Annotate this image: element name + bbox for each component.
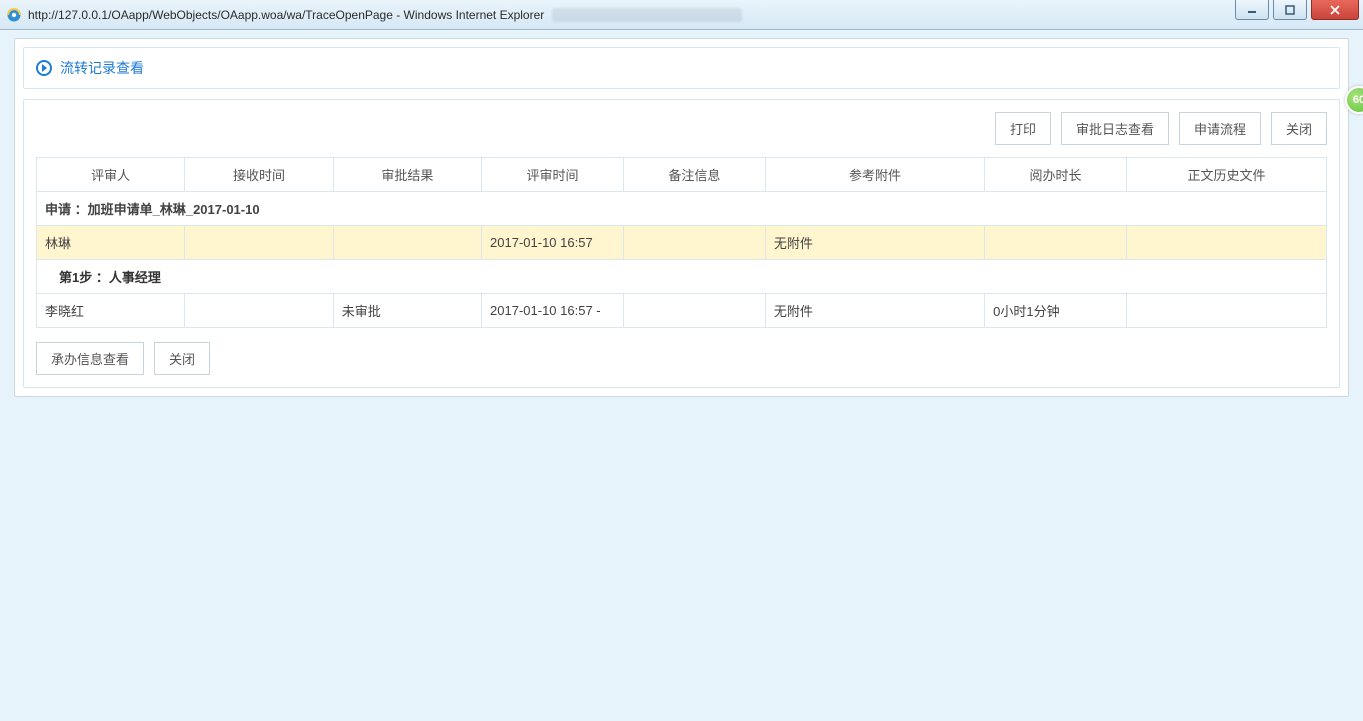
content-card: 打印 审批日志查看 申请流程 关闭 申请 ：加班申请单_林琳_2017-01-1… — [23, 99, 1340, 388]
cell-receive — [185, 294, 333, 328]
cell-attachment: 无附件 — [765, 294, 984, 328]
footer-actions: 承办信息查看 关闭 — [36, 342, 1327, 375]
footer-close-button[interactable]: 关闭 — [154, 342, 210, 375]
cell-remark — [623, 294, 765, 328]
viewport: 流转记录查看 打印 审批日志查看 申请流程 关闭 申请 ：加班申请单_林琳_20… — [0, 30, 1363, 721]
cell-result: 未审批 — [333, 294, 481, 328]
page-header: 流转记录查看 — [23, 47, 1340, 89]
apply-flow-button[interactable]: 申请流程 — [1179, 112, 1261, 145]
trace-table: 申请 ：加班申请单_林琳_2017-01-10 评审人 接收时间 审批结果 评审… — [36, 157, 1327, 328]
cell-remark — [623, 226, 765, 260]
cell-receive — [185, 226, 333, 260]
cell-reviewer: 李晓红 — [37, 294, 185, 328]
arrow-right-circle-icon — [36, 60, 52, 76]
handle-info-button[interactable]: 承办信息查看 — [36, 342, 144, 375]
close-window-button[interactable] — [1311, 0, 1359, 20]
page-card: 流转记录查看 打印 审批日志查看 申请流程 关闭 申请 ：加班申请单_林琳_20… — [14, 38, 1349, 397]
cell-reviewer: 林琳 — [37, 226, 185, 260]
cell-duration: 0小时1分钟 — [985, 294, 1127, 328]
table-row: 林琳 2017-01-10 16:57 无附件 — [37, 226, 1327, 260]
cell-duration — [985, 226, 1127, 260]
table-title: 申请 ：加班申请单_林琳_2017-01-10 — [37, 192, 1327, 226]
window-title: http://127.0.0.1/OAapp/WebObjects/OAapp.… — [28, 8, 544, 22]
page-title: 流转记录查看 — [60, 58, 144, 78]
col-receive-time: 接收时间 — [185, 158, 333, 192]
step-label: 第1步 ：人事经理 — [59, 270, 161, 285]
col-attachment: 参考附件 — [765, 158, 984, 192]
cell-attachment: 无附件 — [765, 226, 984, 260]
top-toolbar: 打印 审批日志查看 申请流程 关闭 — [36, 112, 1327, 145]
maximize-button[interactable] — [1273, 0, 1307, 20]
print-button[interactable]: 打印 — [995, 112, 1051, 145]
table-row: 李晓红 未审批 2017-01-10 16:57 - 无附件 0小时1分钟 — [37, 294, 1327, 328]
col-history-file: 正文历史文件 — [1127, 158, 1327, 192]
title-blur — [552, 8, 742, 22]
audit-log-button[interactable]: 审批日志查看 — [1061, 112, 1169, 145]
ie-icon — [6, 7, 22, 23]
col-result: 审批结果 — [333, 158, 481, 192]
bubble-text: 60 — [1353, 94, 1363, 106]
window-titlebar: http://127.0.0.1/OAapp/WebObjects/OAapp.… — [0, 0, 1363, 30]
table-header-row: 评审人 接收时间 审批结果 评审时间 备注信息 参考附件 阅办时长 正文历史文件 — [37, 158, 1327, 192]
col-reviewer: 评审人 — [37, 158, 185, 192]
window-controls — [1235, 0, 1359, 20]
col-duration: 阅办时长 — [985, 158, 1127, 192]
cell-history — [1127, 294, 1327, 328]
table-title-row: 申请 ：加班申请单_林琳_2017-01-10 — [37, 192, 1327, 226]
cell-review-time: 2017-01-10 16:57 - — [482, 294, 624, 328]
close-button[interactable]: 关闭 — [1271, 112, 1327, 145]
cell-review-time: 2017-01-10 16:57 — [482, 226, 624, 260]
step-row: 第1步 ：人事经理 — [37, 260, 1327, 294]
cell-result — [333, 226, 481, 260]
col-remark: 备注信息 — [623, 158, 765, 192]
minimize-button[interactable] — [1235, 0, 1269, 20]
cell-history — [1127, 226, 1327, 260]
col-review-time: 评审时间 — [482, 158, 624, 192]
